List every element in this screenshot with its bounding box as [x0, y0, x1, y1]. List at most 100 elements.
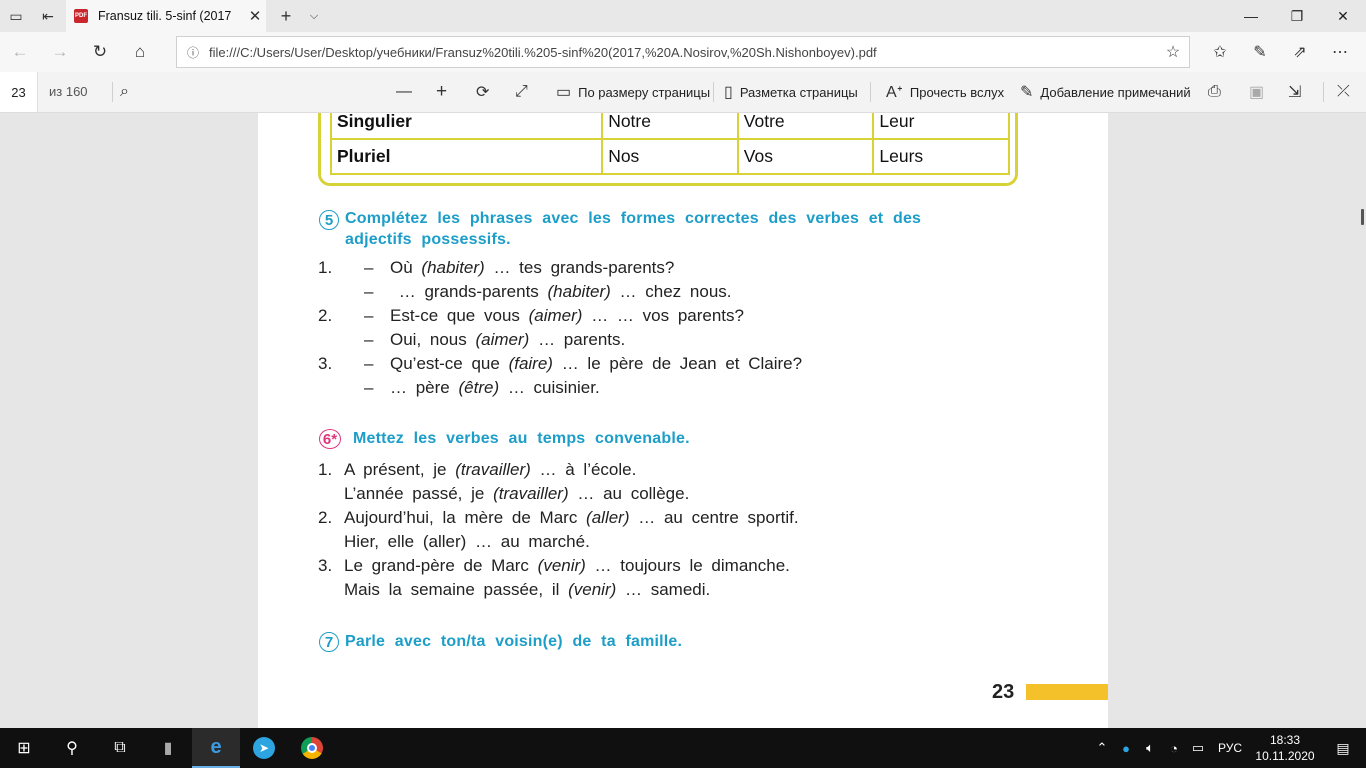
text-segment: … à l’école. [530, 460, 637, 479]
set-aside-tabs-icon[interactable]: ⇤ [32, 0, 64, 32]
save-icon[interactable]: ▣ [1249, 72, 1271, 112]
table-row: Singulier Notre Votre Leur [329, 113, 1010, 140]
input-language[interactable]: РУС [1210, 741, 1250, 755]
item-number: 2. [318, 508, 333, 527]
share-icon[interactable]: ⇗ [1280, 32, 1320, 72]
search-icon[interactable]: ⌕ [120, 72, 136, 112]
url-text[interactable]: file:///C:/Users/User/Desktop/учебники/F… [209, 45, 1157, 60]
search-icon[interactable]: ⚲ [48, 728, 96, 768]
refresh-icon[interactable]: ↻ [80, 32, 120, 72]
exercise-6-line: Mais la semaine passée, il (venir) … sam… [318, 580, 710, 600]
exercise-6-line: 1. A présent, je (travailler) … à l’école… [318, 460, 636, 480]
unpin-toolbar-icon[interactable]: ⤫ [1337, 72, 1357, 112]
notifications-icon[interactable]: ▤ [1320, 740, 1366, 757]
pdf-file-icon: PDF [74, 9, 88, 23]
exercise-6-line: 2. Aujourd’hui, la mère de Marc (aller) …… [318, 508, 799, 528]
taskbar: ⊞ ⚲ ⧉ ▮ e ➤ ⌃ ● 🔈︎ ◔ ▭ РУС 18:33 10.11.2… [0, 728, 1366, 768]
divider [713, 82, 714, 102]
back-icon[interactable]: ← [0, 32, 40, 72]
restore-icon[interactable]: ❐ [1274, 0, 1320, 32]
zoom-out-icon[interactable]: — [396, 72, 419, 112]
verb-hint: (aimer) [475, 330, 530, 349]
home-icon[interactable]: ⌂ [120, 32, 160, 72]
exercise-5-title-line2: adjectifs possessifs. [345, 231, 511, 248]
tab-title: Fransuz tili. 5-sinf (2017 [98, 9, 232, 23]
site-info-icon[interactable]: ⓘ [177, 44, 209, 61]
dialogue-dash: – [364, 282, 374, 301]
divider [1323, 82, 1324, 102]
app-icon[interactable]: ▮ [144, 728, 192, 768]
clock-date: 10.11.2020 [1255, 749, 1315, 763]
text-segment: … … vos parents? [582, 306, 744, 325]
page-layout-button[interactable]: ▯ Разметка страницы [724, 72, 858, 112]
rotate-icon[interactable]: ⟳ [476, 72, 496, 112]
verb-hint: (venir) [537, 556, 586, 575]
text-segment: … samedi. [616, 580, 711, 599]
minimize-icon[interactable]: — [1228, 0, 1274, 32]
fit-page-icon: ▭ [556, 84, 572, 101]
web-note-icon[interactable]: ✎ [1240, 32, 1280, 72]
text-segment: Oui, nous [390, 330, 476, 349]
close-tab-icon[interactable]: ✕ [244, 7, 266, 25]
fit-page-label: По размеру страницы [578, 84, 711, 100]
read-aloud-button[interactable]: Aᐩ Прочесть вслух [886, 72, 1004, 112]
address-bar[interactable]: ⓘ file:///C:/Users/User/Desktop/учебники… [176, 36, 1190, 68]
task-view-icon[interactable]: ⧉ [96, 728, 144, 768]
tab-actions-icon[interactable]: ▭ [0, 0, 32, 32]
page-number-input[interactable]: 23 [0, 72, 38, 112]
dialogue-dash: – [364, 258, 374, 277]
table-row: Pluriel Nos Vos Leurs [329, 138, 1010, 175]
new-tab-icon[interactable]: + [272, 0, 300, 32]
save-as-icon[interactable]: ⇲ [1288, 72, 1308, 112]
network-icon[interactable]: ◔ [1162, 741, 1186, 756]
edge-browser-icon[interactable]: e [192, 728, 240, 768]
show-hidden-icons-chevron-icon[interactable]: ⌃ [1090, 740, 1114, 756]
table-cell: Notre [601, 113, 739, 140]
exercise-6-title: Mettez les verbes au temps convenable. [353, 430, 690, 447]
read-aloud-icon: Aᐩ [886, 84, 903, 101]
forward-icon[interactable]: → [40, 32, 80, 72]
dialogue-dash: – [364, 378, 374, 397]
table-cell: Leur [872, 113, 1010, 140]
pen-icon: ✎ [1020, 84, 1034, 101]
table-cell: Pluriel [329, 138, 604, 175]
favorites-icon[interactable]: ✩ [1200, 32, 1240, 72]
add-notes-button[interactable]: ✎ Добавление примечаний [1020, 72, 1191, 112]
close-window-icon[interactable]: ✕ [1320, 0, 1366, 32]
exercise-5-line: 3. – Qu’est-ce que (faire) … le père de Je… [318, 354, 802, 374]
document-viewer[interactable]: Singulier Notre Votre Leur Pluriel Nos V… [0, 113, 1366, 728]
exercise-5-title-line1: Complétez les phrases avec les formes co… [345, 210, 922, 227]
active-tab[interactable]: PDF Fransuz tili. 5-sinf (2017 ✕ [66, 0, 266, 32]
print-icon[interactable]: ⎙ [1208, 72, 1228, 112]
exercise-6-line: Hier, elle (aller) … au marché. [318, 532, 590, 552]
tab-preview-chevron-icon[interactable]: ⌵ [302, 0, 326, 32]
clock[interactable]: 18:33 10.11.2020 [1250, 732, 1320, 764]
fullscreen-icon[interactable]: ⤢ [515, 72, 535, 112]
pdf-page: Singulier Notre Votre Leur Pluriel Nos V… [258, 113, 1108, 728]
text-segment: … parents. [529, 330, 626, 349]
text-segment: Aujourd’hui, la mère de Marc [344, 508, 587, 527]
zoom-in-icon[interactable]: + [436, 72, 454, 112]
add-notes-label: Добавление примечаний [1040, 84, 1191, 100]
page-number: 23 [992, 681, 1015, 703]
start-windows-icon[interactable]: ⊞ [0, 728, 48, 768]
navigation-bar: ← → ↻ ⌂ ⓘ file:///C:/Users/User/Desktop/… [0, 32, 1366, 72]
fit-page-button[interactable]: ▭ По размеру страницы [556, 72, 710, 112]
text-segment: … le père de Jean et Claire? [552, 354, 803, 373]
volume-icon[interactable]: 🔈︎ [1138, 740, 1162, 756]
scrollbar-thumb[interactable] [1361, 209, 1364, 225]
telegram-tray-icon[interactable]: ● [1114, 741, 1138, 756]
text-segment: … cuisinier. [499, 378, 600, 397]
telegram-icon[interactable]: ➤ [240, 728, 288, 768]
verb-hint: (faire) [508, 354, 553, 373]
text-segment: … chez nous. [610, 282, 732, 301]
more-menu-icon[interactable]: ⋯ [1320, 32, 1360, 72]
battery-icon[interactable]: ▭ [1186, 740, 1210, 756]
item-number: 1. [318, 258, 333, 277]
favorite-star-icon[interactable]: ☆ [1157, 42, 1189, 62]
chrome-icon[interactable] [288, 728, 336, 768]
tab-bar: ▭ ⇤ PDF Fransuz tili. 5-sinf (2017 ✕ + ⌵… [0, 0, 1366, 32]
clock-time: 18:33 [1269, 733, 1301, 747]
page-layout-label: Разметка страницы [739, 84, 858, 100]
item-number: 1. [318, 460, 333, 479]
